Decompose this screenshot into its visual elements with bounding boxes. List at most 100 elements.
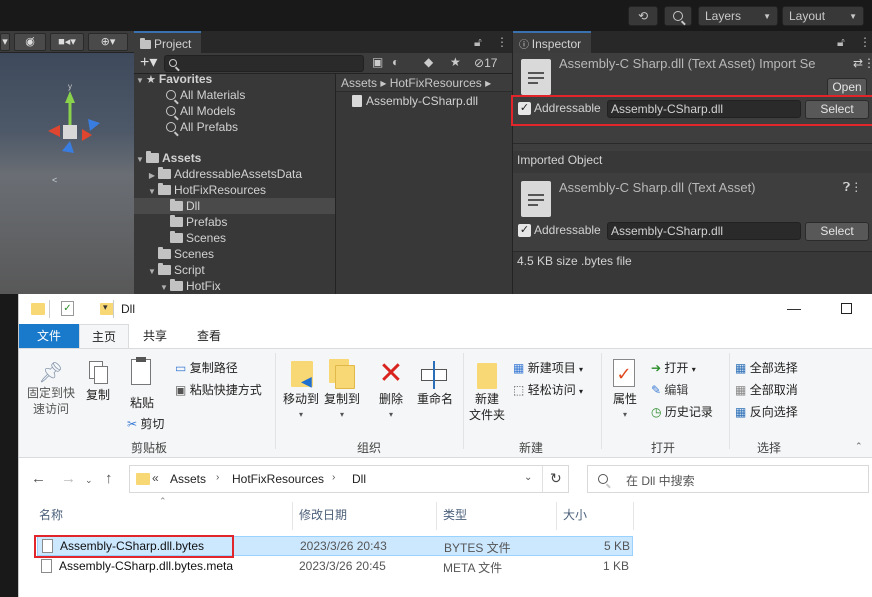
- tree-folder-item[interactable]: Scenes: [134, 246, 335, 262]
- collapse-ribbon-icon[interactable]: ⌃: [855, 441, 863, 452]
- filter-label-icon[interactable]: ◐: [392, 55, 399, 69]
- open-button[interactable]: ➔ 打开 ▾: [651, 359, 696, 376]
- invert-selection-icon: ▦: [735, 405, 747, 419]
- tab-inspector[interactable]: ⓘ Inspector: [513, 31, 592, 53]
- search-box[interactable]: 在 Dll 中搜索: [587, 465, 869, 493]
- address-bar[interactable]: « Assets › HotFixResources › Dll ⌄ ↻: [129, 465, 569, 493]
- move-to-button[interactable]: ◀ 移动到 ▾: [281, 357, 321, 423]
- tree-favorites[interactable]: ▼ ★ Favorites: [134, 71, 335, 87]
- copy-button[interactable]: 复制: [81, 361, 115, 403]
- back-button[interactable]: ←: [31, 470, 46, 487]
- select-button[interactable]: Select: [805, 222, 869, 241]
- column-size[interactable]: 大小: [563, 506, 587, 523]
- select-none-icon: ▦: [735, 383, 747, 397]
- select-all-button[interactable]: ▦ 全部选择: [735, 359, 798, 376]
- addressable-checkbox[interactable]: ✓: [518, 224, 531, 237]
- qa-dropdown-icon[interactable]: ▾: [103, 302, 108, 313]
- tab-project[interactable]: Project: [134, 31, 202, 53]
- filter-type-icon[interactable]: ▣: [372, 55, 383, 69]
- tree-folder-item[interactable]: Dll: [134, 198, 335, 214]
- recent-dropdown[interactable]: ⌄: [85, 475, 93, 486]
- breadcrumb-assets[interactable]: Assets: [341, 76, 377, 90]
- scene-view[interactable]: ▾ ◉̸ ■◂▾ ⊕▾ y <: [0, 31, 134, 294]
- tree-folder-item[interactable]: ▼ Script: [134, 262, 335, 278]
- copy-to-button[interactable]: 复制到 ▾: [321, 357, 363, 423]
- file-row[interactable]: Assembly-CSharp.dll.bytes.meta 2023/3/26 …: [37, 557, 633, 577]
- shortcut-icon: ▣: [175, 383, 187, 397]
- tab-home[interactable]: 主页: [79, 324, 129, 348]
- file-type: BYTES 文件: [444, 541, 511, 555]
- menu-icon[interactable]: ⋮: [859, 33, 871, 51]
- properties-button[interactable]: ✓ 属性 ▾: [605, 357, 645, 423]
- search-input[interactable]: [164, 55, 364, 72]
- forward-button[interactable]: →: [61, 470, 76, 487]
- paste-button[interactable]: 粘贴: [121, 357, 163, 411]
- scene-dropdown[interactable]: ▾: [0, 33, 10, 51]
- favorite-star-icon[interactable]: ★: [450, 55, 461, 69]
- invert-selection-button[interactable]: ▦ 反向选择: [735, 403, 798, 420]
- visibility-icon[interactable]: ◉̸: [14, 33, 46, 51]
- maximize-button[interactable]: [841, 303, 852, 314]
- select-none-button[interactable]: ▦ 全部取消: [735, 381, 798, 398]
- history-button[interactable]: ◷ 历史记录: [651, 403, 713, 420]
- layers-dropdown[interactable]: Layers ▼: [698, 6, 778, 26]
- address-part[interactable]: HotFixResources: [232, 472, 324, 486]
- open-icon: ➔: [651, 361, 662, 375]
- tab-view[interactable]: 查看: [183, 324, 235, 348]
- sort-indicator: ⌃: [159, 496, 167, 506]
- address-part[interactable]: Dll: [352, 472, 366, 486]
- new-folder-button[interactable]: 新建 文件夹: [467, 361, 507, 423]
- history-icon[interactable]: ⟲: [628, 6, 658, 26]
- addressable-address-field[interactable]: Assembly-CSharp.dll: [607, 222, 801, 240]
- tree-favorite-item[interactable]: All Prefabs: [134, 119, 335, 135]
- copy-path-button[interactable]: ▭ 复制路径: [175, 359, 238, 376]
- asset-file-item[interactable]: Assembly-CSharp.dll: [352, 93, 478, 109]
- gizmo-icon[interactable]: ⊕▾: [88, 33, 128, 51]
- lock-icon[interactable]: 🔓︎: [837, 33, 845, 51]
- search-icon[interactable]: [664, 6, 692, 26]
- column-date[interactable]: 修改日期: [299, 506, 347, 523]
- pin-icon: 📌︎: [38, 362, 64, 384]
- tree-folder-item[interactable]: ▼ HotFix: [134, 278, 335, 294]
- tab-file[interactable]: 文件: [19, 324, 79, 348]
- refresh-button[interactable]: ↻: [550, 470, 562, 487]
- tree-folder-item[interactable]: Scenes: [134, 230, 335, 246]
- tab-share[interactable]: 共享: [131, 324, 179, 348]
- delete-button[interactable]: ✕ 删除 ▾: [371, 357, 411, 423]
- text-asset-icon: [521, 181, 551, 217]
- cut-button[interactable]: ✂ 剪切: [127, 415, 164, 432]
- tree-folder-item[interactable]: Prefabs: [134, 214, 335, 230]
- pin-quick-access-button[interactable]: 📌︎ 固定到快 速访问: [25, 361, 77, 417]
- column-type[interactable]: 类型: [443, 506, 467, 523]
- properties-qa-icon[interactable]: ✓: [61, 301, 74, 316]
- paste-shortcut-button[interactable]: ▣ 粘贴快捷方式: [175, 381, 262, 398]
- create-button[interactable]: +▾: [140, 54, 157, 72]
- rename-button[interactable]: 重命名: [413, 357, 457, 407]
- tree-assets[interactable]: ▼ Assets: [134, 150, 335, 166]
- orientation-gizmo[interactable]: y: [30, 83, 110, 163]
- edit-button[interactable]: ✎ 编辑: [651, 381, 688, 398]
- tag-icon[interactable]: ◆: [424, 55, 433, 69]
- address-part[interactable]: Assets: [170, 472, 206, 486]
- hidden-count[interactable]: ⊘17: [474, 56, 497, 70]
- help-icon[interactable]: ❓︎⋮: [843, 180, 862, 195]
- breadcrumb-hotfix[interactable]: HotFixResources: [390, 76, 482, 90]
- minimize-button[interactable]: —: [787, 300, 801, 316]
- column-name[interactable]: 名称: [39, 506, 63, 523]
- camera-icon[interactable]: ■◂▾: [50, 33, 84, 51]
- new-item-icon: ▦: [513, 361, 525, 375]
- address-dropdown[interactable]: ⌄: [524, 472, 532, 483]
- up-button[interactable]: ↑: [105, 470, 113, 487]
- layout-dropdown[interactable]: Layout ▼: [782, 6, 864, 26]
- tree-favorite-item[interactable]: All Materials: [134, 87, 335, 103]
- inspector-title: Assembly-C Sharp.dll (Text Asset) Import…: [559, 56, 816, 71]
- settings-icon[interactable]: ⇄⋮: [853, 56, 872, 70]
- window-title: Dll: [121, 302, 135, 316]
- new-item-button[interactable]: ▦ 新建项目 ▾: [513, 359, 583, 376]
- lock-icon[interactable]: 🔓︎: [474, 33, 482, 51]
- tree-favorite-item[interactable]: All Models: [134, 103, 335, 119]
- menu-icon[interactable]: ⋮: [496, 33, 508, 51]
- easy-access-button[interactable]: ⬚ 轻松访问 ▾: [513, 381, 583, 398]
- tree-folder-item[interactable]: ▼ HotFixResources: [134, 182, 335, 198]
- tree-folder-item[interactable]: ▶ AddressableAssetsData: [134, 166, 335, 182]
